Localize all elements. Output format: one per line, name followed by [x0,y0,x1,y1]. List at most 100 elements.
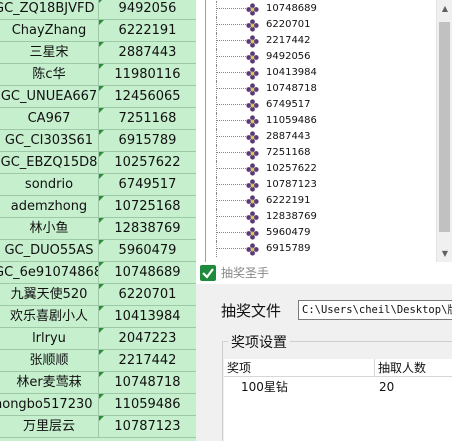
id-cell[interactable]: 5960479 [99,240,196,261]
spreadsheet-row[interactable]: sondrio 6749517 [0,174,196,196]
name-cell[interactable]: hongbo517230 [0,394,99,415]
tree-list-item[interactable]: 7251168 [206,145,436,161]
tree-connector [216,72,246,73]
spreadsheet-row[interactable]: 张顺顺 2217442 [0,350,196,372]
spreadsheet-row[interactable]: GC_ZQ18BJVFD 9492056 [0,0,196,20]
tree-line [216,193,217,209]
vertical-scrollbar[interactable]: ▲ ▼ [436,0,452,262]
item-node-icon [246,51,259,64]
name-cell[interactable]: sondrio [0,174,99,195]
name-cell[interactable]: GC_DUO55AS [0,240,99,261]
spreadsheet-row[interactable]: 林er麦莺菻 10748718 [0,372,196,394]
tree-connector [216,136,246,137]
column-header-count[interactable]: 抽取人数 [375,359,452,377]
spreadsheet-row[interactable]: GC_EBZQ15D8 10257622 [0,152,196,174]
prize-name-cell[interactable]: 100星钻 [241,378,288,396]
id-cell[interactable]: 10787123 [99,416,196,437]
tree-list-item[interactable]: 2887443 [206,129,436,145]
id-cell[interactable]: 7251168 [99,108,196,129]
column-header-prize[interactable]: 奖项 [224,359,375,377]
spreadsheet-row[interactable]: lrlryu 2047223 [0,328,196,350]
id-cell[interactable]: 9492056 [99,0,196,19]
id-cell[interactable]: 11059486 [99,394,196,415]
spreadsheet-row[interactable]: 陈c华 11980116 [0,64,196,86]
tree-list-item[interactable]: 12838769 [206,209,436,225]
id-cell[interactable]: 2887443 [99,42,196,63]
item-node-icon [246,115,259,128]
spreadsheet-row[interactable]: 九翼天使520 6220701 [0,284,196,306]
spreadsheet-row[interactable]: 欢乐喜剧小人 10413984 [0,306,196,328]
scroll-up-arrow-icon[interactable]: ▲ [437,0,452,17]
id-cell[interactable]: 10257622 [99,152,196,173]
id-cell[interactable]: 6222191 [99,20,196,41]
tree-list-item[interactable]: 6220701 [206,17,436,33]
tree-item-label: 6222191 [266,195,311,206]
name-cell[interactable]: 欢乐喜剧小人 [0,306,99,327]
file-path-input[interactable]: C:\Users\cheil\Desktop\版 [298,300,452,320]
tree-list-item[interactable]: 6222191 [206,193,436,209]
id-cell[interactable]: 12838769 [99,218,196,239]
id-cell[interactable]: 10725168 [99,196,196,217]
tree-list-item[interactable]: 10748689 [206,1,436,17]
prize-count-cell[interactable]: 20 [379,378,394,396]
spreadsheet-row[interactable]: 三星宋 2887443 [0,42,196,64]
spreadsheet-row[interactable]: GC_6e91074868 10748689 [0,262,196,284]
item-node-icon [246,163,259,176]
tree-item-label: 10748689 [266,3,317,14]
name-cell[interactable]: ChayZhang [0,20,99,41]
name-cell[interactable]: 陈c华 [0,64,99,85]
tree-item-label: 2887443 [266,131,311,142]
name-cell[interactable]: 万里层云 [0,416,99,437]
tree-list-item[interactable]: 6915789 [206,241,436,257]
spreadsheet-row[interactable]: ademzhong 10725168 [0,196,196,218]
name-cell[interactable]: GC_ZQ18BJVFD [0,0,99,19]
tree-connector [216,168,246,169]
spreadsheet-row[interactable]: GC_DUO55AS 5960479 [0,240,196,262]
tree-list-item[interactable]: 10257622 [206,161,436,177]
name-cell[interactable]: 三星宋 [0,42,99,63]
id-cell[interactable]: 2047223 [99,328,196,349]
name-cell[interactable]: ademzhong [0,196,99,217]
name-cell[interactable]: CA967 [0,108,99,129]
spreadsheet-row[interactable]: hongbo517230 11059486 [0,394,196,416]
tree-list-item[interactable]: 11059486 [206,113,436,129]
spreadsheet-row[interactable]: GC_CI303S61 6915789 [0,130,196,152]
tree-item-label: 9492056 [266,51,311,62]
name-cell[interactable]: 九翼天使520 [0,284,99,305]
spreadsheet-row[interactable]: ChayZhang 6222191 [0,20,196,42]
spreadsheet-row[interactable]: CA967 7251168 [0,108,196,130]
prize-table[interactable]: 奖项 抽取人数 100星钻 20 [224,359,452,441]
id-cell[interactable]: 6749517 [99,174,196,195]
name-cell[interactable]: 林小鱼 [0,218,99,239]
name-cell[interactable]: lrlryu [0,328,99,349]
id-cell[interactable]: 12456065 [99,86,196,107]
scroll-thumb[interactable] [439,22,450,232]
tree-list-item[interactable]: 10413984 [206,65,436,81]
tree-list-item[interactable]: 9492056 [206,49,436,65]
tree-list-item[interactable]: 10748718 [206,81,436,97]
name-cell[interactable]: GC_CI303S61 [0,130,99,151]
id-cell[interactable]: 6915789 [99,130,196,151]
tree-list-item[interactable]: 10787123 [206,177,436,193]
id-cell[interactable]: 2217442 [99,350,196,371]
name-cell[interactable]: GC_EBZQ15D8 [0,152,99,173]
title-bar[interactable]: 抽奖圣手 [196,262,452,284]
name-cell[interactable]: 张顺顺 [0,350,99,371]
item-node-icon [246,147,259,160]
spreadsheet-row[interactable]: GC_UNUEA667 12456065 [0,86,196,108]
id-cell[interactable]: 6220701 [99,284,196,305]
spreadsheet-row[interactable]: 万里层云 10787123 [0,416,196,438]
id-cell[interactable]: 11980116 [99,64,196,85]
scroll-down-arrow-icon[interactable]: ▼ [437,245,452,262]
id-tree-list[interactable]: 10748689 6220701 2217442 9492056 10413984 107… [205,0,452,262]
id-cell[interactable]: 10748689 [99,262,196,283]
id-cell[interactable]: 10413984 [99,306,196,327]
spreadsheet-row[interactable]: 林小鱼 12838769 [0,218,196,240]
name-cell[interactable]: GC_UNUEA667 [0,86,99,107]
id-cell[interactable]: 10748718 [99,372,196,393]
name-cell[interactable]: GC_6e91074868 [0,262,99,283]
tree-list-item[interactable]: 5960479 [206,225,436,241]
name-cell[interactable]: 林er麦莺菻 [0,372,99,393]
tree-list-item[interactable]: 6749517 [206,97,436,113]
tree-list-item[interactable]: 2217442 [206,33,436,49]
